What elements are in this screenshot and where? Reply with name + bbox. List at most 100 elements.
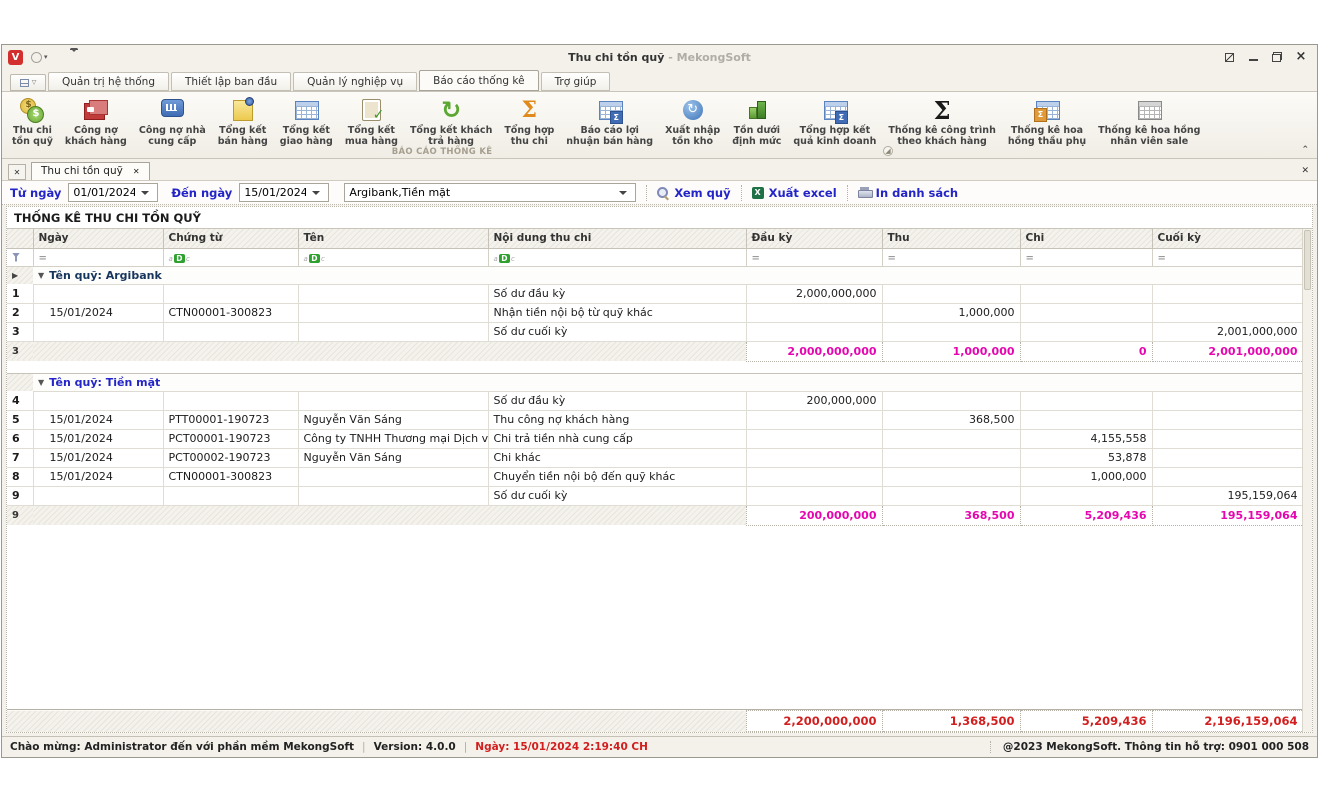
to-date-combo[interactable]	[239, 183, 329, 202]
fullscreen-toggle-button[interactable]	[1223, 51, 1235, 63]
cell-chungtu[interactable]: PCT00001-190723	[163, 429, 298, 448]
table-row[interactable]: 615/01/2024PCT00001-190723Công ty TNHH T…	[7, 429, 1303, 448]
table-row[interactable]: 9Số dư cuối kỳ195,159,064	[7, 486, 1303, 505]
cell-thu[interactable]	[882, 448, 1020, 467]
collapse-group-icon[interactable]: ▼	[38, 378, 44, 387]
ribbon-button-circle-arrow[interactable]: Xuất nhậptồn kho	[659, 94, 726, 148]
cell-chi[interactable]	[1020, 322, 1152, 341]
cell-thu[interactable]	[882, 391, 1020, 410]
filter-cell-noidung[interactable]: aDc	[488, 248, 746, 266]
cell-chungtu[interactable]	[163, 284, 298, 303]
table-row[interactable]: 815/01/2024CTN00001-300823Chuyển tiền nộ…	[7, 467, 1303, 486]
cell-ngay[interactable]	[33, 486, 163, 505]
ribbon-collapse-button[interactable]: ⌃	[1301, 145, 1309, 155]
cell-chungtu[interactable]: CTN00001-300823	[163, 467, 298, 486]
cell-ngay[interactable]	[33, 284, 163, 303]
ribbon-button-bars[interactable]: Tồn dướiđịnh mức	[726, 94, 787, 148]
table-row[interactable]: 3Số dư cuối kỳ2,001,000,000	[7, 322, 1303, 341]
cell-noidung[interactable]: Số dư đầu kỳ	[488, 391, 746, 410]
in-danh-sách-button[interactable]: In danh sách	[858, 186, 958, 200]
column-header-noidung[interactable]: Nội dung thu chi	[488, 229, 746, 248]
cell-dauky[interactable]: 2,000,000,000	[746, 284, 882, 303]
cell-thu[interactable]	[882, 284, 1020, 303]
cell-ten[interactable]: Nguyễn Văn Sáng	[298, 448, 488, 467]
close-button[interactable]: ×	[1295, 51, 1307, 63]
cell-chungtu[interactable]	[163, 322, 298, 341]
filter-cell-ten[interactable]: aDc	[298, 248, 488, 266]
ribbon-button-sigma-orange[interactable]: ΣTổng hợpthu chi	[498, 94, 560, 148]
cell-ngay[interactable]: 15/01/2024	[33, 467, 163, 486]
filter-cell-dauky[interactable]: =	[746, 248, 882, 266]
cell-noidung[interactable]: Số dư cuối kỳ	[488, 486, 746, 505]
column-header-chi[interactable]: Chi	[1020, 229, 1152, 248]
cell-dauky[interactable]	[746, 410, 882, 429]
table-row[interactable]: 4Số dư đầu kỳ200,000,000	[7, 391, 1303, 410]
collapse-group-icon[interactable]: ▼	[38, 271, 44, 280]
menu-tab-2[interactable]: Thiết lập ban đầu	[171, 72, 291, 91]
cell-ngay[interactable]: 15/01/2024	[33, 448, 163, 467]
cell-dauky[interactable]	[746, 322, 882, 341]
cell-chi[interactable]: 53,878	[1020, 448, 1152, 467]
cell-ten[interactable]	[298, 284, 488, 303]
menu-tab-3[interactable]: Quản lý nghiệp vụ	[293, 72, 417, 91]
cell-ngay[interactable]: 15/01/2024	[33, 410, 163, 429]
cell-noidung[interactable]: Chi trả tiền nhà cung cấp	[488, 429, 746, 448]
table-row[interactable]: 515/01/2024PTT00001-190723Nguyễn Văn Sán…	[7, 410, 1303, 429]
cell-thu[interactable]	[882, 486, 1020, 505]
close-tab-icon[interactable]: ✕	[133, 167, 140, 176]
cell-chungtu[interactable]	[163, 391, 298, 410]
ribbon-button-refresh[interactable]: ↻Tổng kết kháchtrả hàng	[404, 94, 498, 148]
group-row[interactable]: ▼Tên quỹ: Tiền mặt	[7, 373, 1303, 391]
tabstrip-close-button[interactable]: ✕	[1301, 166, 1309, 176]
xem-quỹ-button[interactable]: Xem quỹ	[657, 186, 730, 200]
filter-cell-ngay[interactable]: =	[33, 248, 163, 266]
cell-thu[interactable]	[882, 429, 1020, 448]
ribbon-button-sigma-black[interactable]: ΣThống kê công trìnhtheo khách hàng	[882, 94, 1002, 148]
quick-access-button[interactable]: ▾	[31, 52, 48, 63]
cell-chi[interactable]	[1020, 303, 1152, 322]
table-row[interactable]: 215/01/2024CTN00001-300823Nhận tiền nội …	[7, 303, 1303, 322]
cell-chungtu[interactable]: PTT00001-190723	[163, 410, 298, 429]
cell-chi[interactable]: 1,000,000	[1020, 467, 1152, 486]
cell-chi[interactable]	[1020, 391, 1152, 410]
cell-ngay[interactable]: 15/01/2024	[33, 429, 163, 448]
group-header-cell[interactable]: ▼Tên quỹ: Argibank	[33, 266, 1303, 284]
cell-cuoiky[interactable]	[1152, 284, 1303, 303]
ribbon-button-grid[interactable]: Thống kê hoa hồngnhân viên sale	[1092, 94, 1206, 148]
column-header-chungtu[interactable]: Chứng từ	[163, 229, 298, 248]
cell-noidung[interactable]: Số dư cuối kỳ	[488, 322, 746, 341]
cell-ten[interactable]	[298, 303, 488, 322]
cell-cuoiky[interactable]: 195,159,064	[1152, 486, 1303, 505]
cell-cuoiky[interactable]	[1152, 410, 1303, 429]
cell-chi[interactable]	[1020, 410, 1152, 429]
from-date-combo[interactable]	[68, 183, 158, 202]
ribbon-button-table-orange[interactable]: Thống kê hoahồng thầu phụ	[1002, 94, 1092, 148]
column-header-thu[interactable]: Thu	[882, 229, 1020, 248]
column-header-dauky[interactable]: Đầu kỳ	[746, 229, 882, 248]
cell-chungtu[interactable]: CTN00001-300823	[163, 303, 298, 322]
group-header-cell[interactable]: ▼Tên quỹ: Tiền mặt	[33, 373, 1303, 391]
cell-ten[interactable]	[298, 391, 488, 410]
menu-tab-5[interactable]: Trợ giúp	[541, 72, 611, 91]
ribbon-button-note[interactable]: Tổng kếtbán hàng	[212, 94, 274, 148]
cell-chi[interactable]: 4,155,558	[1020, 429, 1152, 448]
tab-thu-chi-ton-quy[interactable]: Thu chi tồn quỹ ✕	[31, 162, 150, 180]
ribbon-button-table-sigma[interactable]: Báo cáo lợinhuận bán hàng	[560, 94, 659, 148]
scrollbar-thumb[interactable]	[1304, 230, 1311, 290]
cell-cuoiky[interactable]	[1152, 429, 1303, 448]
fund-select-combo[interactable]	[344, 183, 636, 202]
cell-thu[interactable]: 1,000,000	[882, 303, 1020, 322]
group-dialog-launcher-button[interactable]: ◢	[883, 146, 893, 156]
cell-cuoiky[interactable]	[1152, 467, 1303, 486]
cell-noidung[interactable]: Chuyển tiền nội bộ đến quỹ khác	[488, 467, 746, 486]
cell-thu[interactable]	[882, 467, 1020, 486]
ribbon-button-bubble[interactable]: Công nợ nhàcung cấp	[133, 94, 212, 148]
customize-toolbar-button[interactable]	[70, 49, 78, 66]
cell-cuoiky[interactable]	[1152, 391, 1303, 410]
filter-cell-chi[interactable]: =	[1020, 248, 1152, 266]
cell-thu[interactable]	[882, 322, 1020, 341]
cell-ten[interactable]	[298, 322, 488, 341]
cell-cuoiky[interactable]: 2,001,000,000	[1152, 322, 1303, 341]
cell-ten[interactable]: Công ty TNHH Thương mại Dịch vụ Điện n..…	[298, 429, 488, 448]
cell-ngay[interactable]: 15/01/2024	[33, 303, 163, 322]
